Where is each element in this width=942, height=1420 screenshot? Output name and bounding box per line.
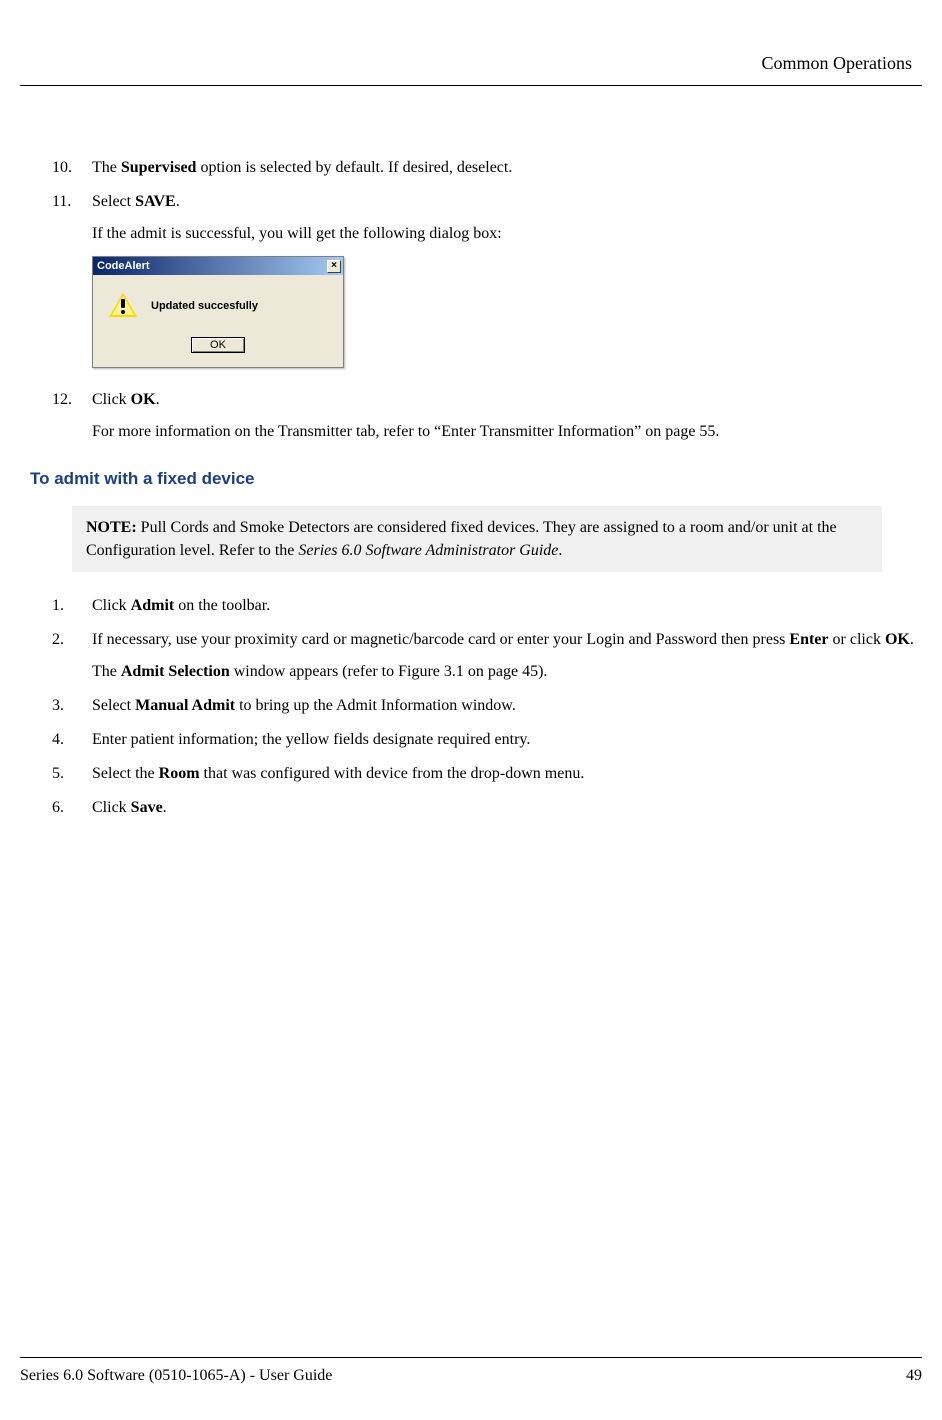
step-1: 1. Click Admit on the toolbar. <box>30 594 922 618</box>
step-content: Click OK. For more information on the Tr… <box>92 388 922 444</box>
step-content: Click Save. <box>92 796 922 820</box>
step-11: 11. Select SAVE. If the admit is success… <box>30 190 922 378</box>
text: Enter patient information; the yellow fi… <box>92 731 530 748</box>
step-2: 2. If necessary, use your proximity card… <box>30 628 922 684</box>
step-content: The Supervised option is selected by def… <box>92 156 922 180</box>
text: . <box>910 631 914 648</box>
step-content: Select SAVE. If the admit is successful,… <box>92 190 922 378</box>
bold-term: OK <box>131 391 156 408</box>
footer-doc-title: Series 6.0 Software (0510-1065-A) - User… <box>20 1364 332 1388</box>
step-content: Select Manual Admit to bring up the Admi… <box>92 694 922 718</box>
note-label: NOTE: <box>86 519 137 536</box>
step-number: 5. <box>52 762 92 786</box>
dialog-body: Updated succesfully OK <box>93 275 343 367</box>
codealert-dialog: CodeAlert × <box>92 256 344 368</box>
footer-divider <box>20 1357 922 1358</box>
bold-term: Supervised <box>121 159 197 176</box>
text: Click <box>92 391 131 408</box>
step-followup: For more information on the Transmitter … <box>92 420 922 444</box>
bold-term: Save <box>131 799 163 816</box>
step-number: 4. <box>52 728 92 752</box>
step-content: If necessary, use your proximity card or… <box>92 628 922 684</box>
page-header-section: Common Operations <box>20 50 922 77</box>
step-4: 4. Enter patient information; the yellow… <box>30 728 922 752</box>
text: or click <box>829 631 885 648</box>
step-10: 10. The Supervised option is selected by… <box>30 156 922 180</box>
text: . <box>176 193 180 210</box>
step-6: 6. Click Save. <box>30 796 922 820</box>
bold-term: Admit Selection <box>121 663 230 680</box>
footer-content: Series 6.0 Software (0510-1065-A) - User… <box>20 1364 922 1388</box>
bold-term: SAVE <box>135 193 176 210</box>
dialog-content-row: Updated succesfully <box>103 293 333 319</box>
text: to bring up the Admit Information window… <box>235 697 516 714</box>
dialog-screenshot: CodeAlert × <box>92 256 922 368</box>
text: . <box>156 391 160 408</box>
bold-term: Enter <box>789 631 828 648</box>
text: If necessary, use your proximity card or… <box>92 631 789 648</box>
step-number: 6. <box>52 796 92 820</box>
note-box: NOTE: Pull Cords and Smoke Detectors are… <box>72 506 882 572</box>
text: The <box>92 663 121 680</box>
step-3: 3. Select Manual Admit to bring up the A… <box>30 694 922 718</box>
note-reference: Series 6.0 Software Administrator Guide <box>298 542 558 559</box>
text: option is selected by default. If desire… <box>196 159 512 176</box>
text: Select the <box>92 765 159 782</box>
text: on the toolbar. <box>174 597 270 614</box>
text: Click <box>92 597 131 614</box>
text: window appears (refer to Figure 3.1 on p… <box>230 663 548 680</box>
step-content: Enter patient information; the yellow fi… <box>92 728 922 752</box>
text: Select <box>92 193 135 210</box>
bold-term: Room <box>159 765 200 782</box>
step-number: 2. <box>52 628 92 684</box>
page-number: 49 <box>906 1364 922 1388</box>
main-content: 10. The Supervised option is selected by… <box>20 156 922 820</box>
step-followup: If the admit is successful, you will get… <box>92 222 922 246</box>
step-number: 10. <box>52 156 92 180</box>
warning-icon <box>109 293 137 319</box>
text: that was configured with device from the… <box>200 765 585 782</box>
text: . <box>163 799 167 816</box>
text: Click <box>92 799 131 816</box>
bold-term: Manual Admit <box>135 697 235 714</box>
step-number: 1. <box>52 594 92 618</box>
step-content: Click Admit on the toolbar. <box>92 594 922 618</box>
text: The <box>92 159 121 176</box>
header-divider <box>20 85 922 86</box>
dialog-titlebar: CodeAlert × <box>93 257 343 275</box>
bold-term: OK <box>885 631 910 648</box>
close-icon[interactable]: × <box>327 260 341 273</box>
dialog-message: Updated succesfully <box>151 298 258 315</box>
step-content: Select the Room that was configured with… <box>92 762 922 786</box>
ok-button[interactable]: OK <box>191 337 245 353</box>
step-number: 11. <box>52 190 92 378</box>
bold-term: Admit <box>131 597 175 614</box>
step-number: 12. <box>52 388 92 444</box>
note-text: . <box>558 542 562 559</box>
step-5: 5. Select the Room that was configured w… <box>30 762 922 786</box>
text: Select <box>92 697 135 714</box>
page-footer: Series 6.0 Software (0510-1065-A) - User… <box>20 1357 922 1388</box>
dialog-title: CodeAlert <box>97 258 150 275</box>
step-number: 3. <box>52 694 92 718</box>
step-12: 12. Click OK. For more information on th… <box>30 388 922 444</box>
step-followup: The Admit Selection window appears (refe… <box>92 660 922 684</box>
section-heading: To admit with a fixed device <box>30 466 922 492</box>
